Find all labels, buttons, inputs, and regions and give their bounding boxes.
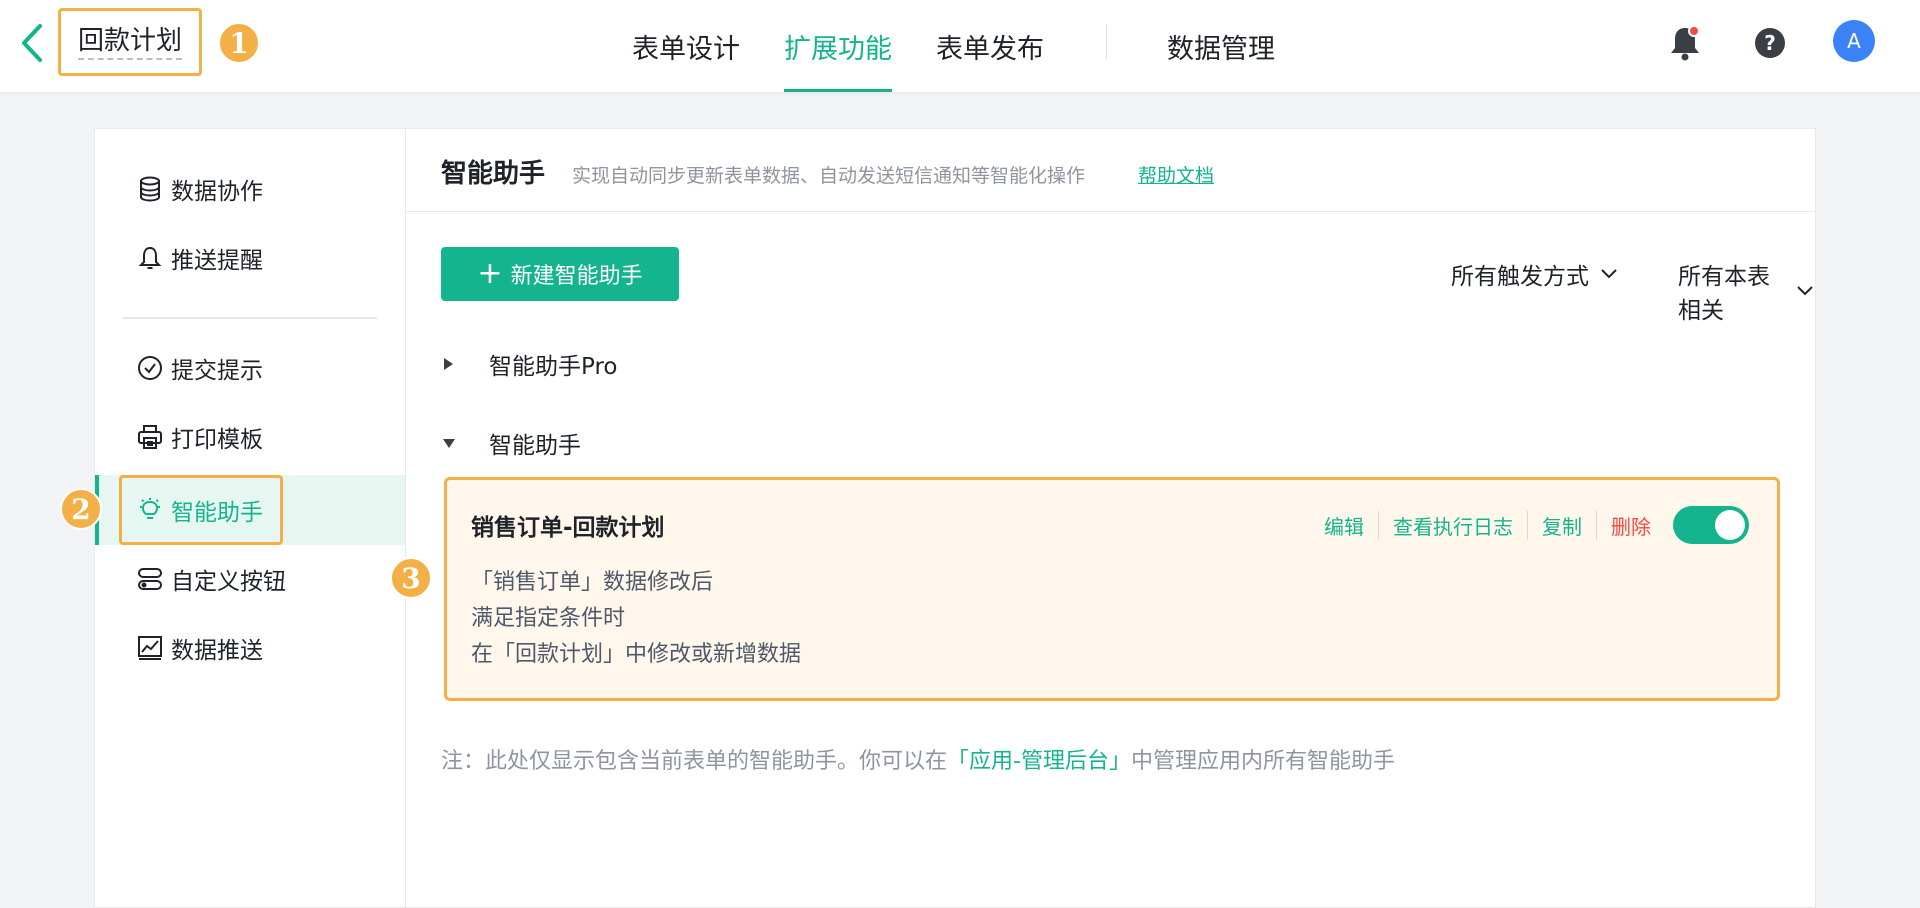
form-title[interactable]: 回款计划 [77, 24, 182, 60]
related-filter-dropdown[interactable]: 所有本表相关 [1678, 257, 1815, 325]
delete-button[interactable]: 删除 [1596, 510, 1665, 540]
chevron-left-icon [22, 24, 42, 62]
sidebar-item-label: 智能助手 [171, 500, 263, 526]
check-circle-icon [137, 355, 163, 381]
condition-description: 满足指定条件时 [471, 606, 626, 631]
sidebar: 数据协作 推送提醒 提交提示 打印模板 智能助手 自定义按钮 数据推送 [95, 129, 406, 907]
nav-divider [1106, 24, 1107, 60]
page-title: 智能助手 [441, 159, 546, 189]
group-label: 智能助手Pro [489, 354, 618, 380]
chart-icon [137, 635, 163, 661]
tab-form-publish[interactable]: 表单发布 [936, 0, 1044, 92]
step-badge-2: 2 [60, 488, 102, 530]
top-bar: 回款计划 1 表单设计 扩展功能 表单发布 数据管理 ? A [0, 0, 1920, 92]
sidebar-item-label: 自定义按钮 [171, 569, 286, 595]
sidebar-item-data-push[interactable]: 数据推送 [95, 614, 405, 682]
caret-right-icon [441, 356, 467, 372]
enable-toggle[interactable] [1673, 506, 1749, 544]
sidebar-item-label: 数据推送 [171, 638, 263, 664]
tab-extensions[interactable]: 扩展功能 [784, 0, 892, 92]
tab-data-management[interactable]: 数据管理 [1167, 0, 1275, 92]
step-badge-3: 3 [390, 557, 432, 599]
edit-button[interactable]: 编辑 [1310, 511, 1378, 540]
chevron-down-icon [1599, 267, 1619, 281]
content-area: 智能助手 实现自动同步更新表单数据、自动发送短信通知等智能化操作 帮助文档 + … [406, 129, 1815, 907]
sidebar-item-label: 提交提示 [171, 358, 263, 384]
back-button[interactable] [14, 22, 50, 64]
group-smart-assistant-pro[interactable]: 智能助手Pro [441, 347, 618, 381]
main-panel: 数据协作 推送提醒 提交提示 打印模板 智能助手 自定义按钮 数据推送 智能助手… [94, 128, 1816, 908]
assistant-card: 销售订单-回款计划 编辑 查看执行日志 复制 删除 「销售订单」数据修改后 满足… [444, 477, 1780, 701]
caret-down-icon [441, 436, 467, 450]
sidebar-item-push-reminder[interactable]: 推送提醒 [95, 224, 405, 292]
trigger-description: 「销售订单」数据修改后 [471, 570, 714, 595]
sidebar-item-label: 数据协作 [171, 179, 263, 205]
sidebar-divider [123, 317, 377, 319]
note-prefix: 注：此处仅显示包含当前表单的智能助手。你可以在 [441, 749, 948, 774]
copy-button[interactable]: 复制 [1527, 510, 1596, 540]
sidebar-item-print-template[interactable]: 打印模板 [95, 403, 405, 471]
bell-icon [1671, 25, 1700, 61]
notification-button[interactable] [1664, 22, 1706, 64]
bulb-icon [137, 497, 163, 523]
user-avatar[interactable]: A [1833, 20, 1875, 62]
help-button[interactable]: ? [1749, 22, 1791, 64]
new-button-label: 新建智能助手 [510, 264, 643, 289]
plus-icon: + [477, 256, 503, 291]
admin-console-link[interactable]: 「应用-管理后台」 [947, 749, 1131, 774]
group-label: 智能助手 [489, 433, 581, 459]
svg-text:?: ? [1764, 31, 1776, 55]
chevron-down-icon [1795, 284, 1815, 298]
question-circle-icon: ? [1755, 28, 1785, 58]
assistant-title: 销售订单-回款计划 [471, 515, 665, 541]
card-actions: 编辑 查看执行日志 复制 删除 [1310, 504, 1749, 546]
step-badge-1: 1 [218, 22, 260, 64]
sidebar-item-submit-prompt[interactable]: 提交提示 [95, 334, 405, 402]
content-header: 智能助手 实现自动同步更新表单数据、自动发送短信通知等智能化操作 帮助文档 [406, 129, 1815, 212]
sidebar-item-smart-assistant[interactable]: 智能助手 [95, 475, 405, 545]
new-smart-assistant-button[interactable]: + 新建智能助手 [441, 247, 679, 301]
trigger-filter-dropdown[interactable]: 所有触发方式 [1451, 257, 1619, 291]
bell-outline-icon [137, 245, 163, 271]
action-description: 在「回款计划」中修改或新增数据 [471, 642, 802, 667]
view-log-button[interactable]: 查看执行日志 [1378, 510, 1527, 540]
form-title-box[interactable]: 回款计划 [58, 8, 202, 76]
printer-icon [137, 424, 163, 450]
page-description: 实现自动同步更新表单数据、自动发送短信通知等智能化操作 [572, 165, 1086, 187]
related-filter-label: 所有本表相关 [1678, 264, 1770, 324]
help-doc-link[interactable]: 帮助文档 [1138, 161, 1214, 188]
sidebar-item-custom-button[interactable]: 自定义按钮 [95, 545, 405, 613]
note-suffix: 中管理应用内所有智能助手 [1130, 749, 1395, 774]
tab-form-design[interactable]: 表单设计 [632, 0, 740, 92]
database-icon [137, 176, 163, 202]
sidebar-item-data-collaboration[interactable]: 数据协作 [95, 155, 405, 223]
trigger-filter-label: 所有触发方式 [1451, 264, 1589, 290]
sidebar-item-label: 打印模板 [171, 427, 263, 453]
group-smart-assistant[interactable]: 智能助手 [441, 426, 581, 460]
custom-button-icon [137, 566, 163, 592]
sidebar-item-label: 推送提醒 [171, 248, 263, 274]
footer-note: 注：此处仅显示包含当前表单的智能助手。你可以在「应用-管理后台」中管理应用内所有… [441, 743, 1395, 775]
